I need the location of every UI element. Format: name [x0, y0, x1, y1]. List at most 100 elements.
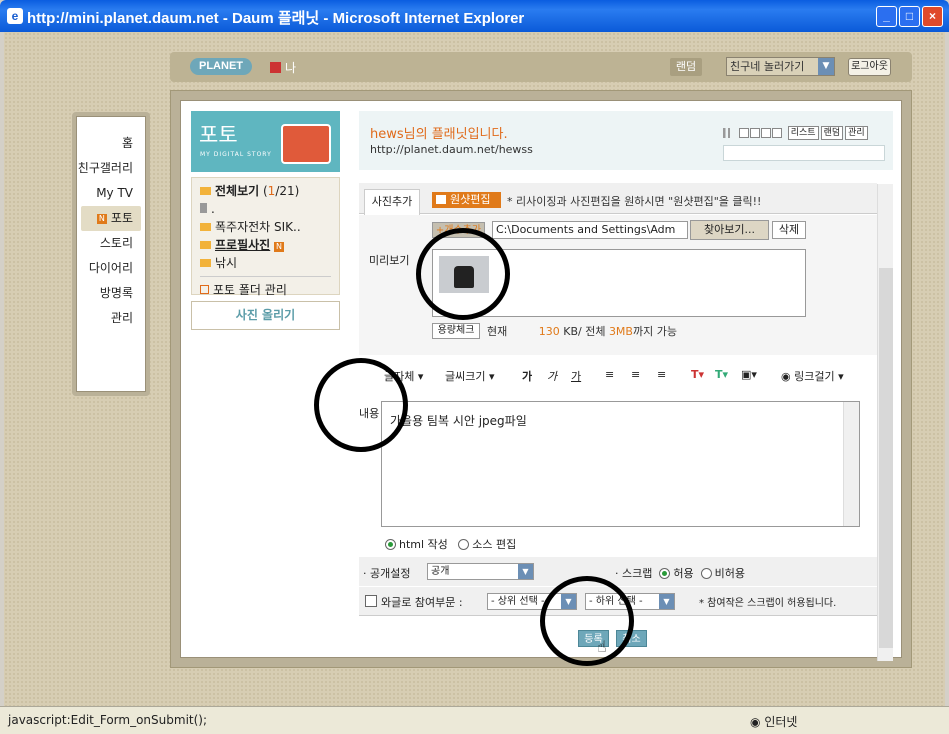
play-icon[interactable]	[749, 128, 760, 138]
nav-manage[interactable]: 관리	[77, 306, 145, 331]
oneshot-edit-button[interactable]: 원샷편집	[432, 192, 501, 208]
capacity-info: 현재 130 KB/ 전체 3MB까지 가능	[487, 325, 677, 338]
planet-logo[interactable]: PLANET	[190, 58, 252, 75]
bold-button[interactable]: 가	[522, 368, 532, 384]
nav-friend-gallery[interactable]: 친구갤러리	[77, 156, 145, 181]
bg-color-icon[interactable]: T▾	[715, 368, 728, 381]
left-nav: 홈 친구갤러리 My TV N 포토 스토리 다이어리 방명록 관리	[72, 112, 150, 396]
visibility-label: · 공개설정	[363, 567, 411, 580]
scrollbar-thumb[interactable]	[879, 268, 893, 648]
annotation-circle	[540, 576, 634, 666]
folder-icon	[200, 259, 211, 267]
ie-icon: e	[7, 8, 23, 24]
greeting-panel: hews님의 플래닛입니다. http://planet.daum.net/he…	[359, 111, 893, 170]
form-scrollbar[interactable]	[877, 184, 893, 661]
align-right-icon[interactable]: ≡	[657, 368, 666, 381]
content-text: 가을용 팀복 시안 jpeg파일	[390, 414, 527, 428]
delete-button[interactable]: 삭제	[772, 221, 806, 239]
editor-scrollbar[interactable]	[843, 402, 859, 526]
folder-item[interactable]: 프로필사진 N	[200, 236, 331, 254]
folder-item[interactable]: .	[200, 200, 331, 218]
player-track-field[interactable]	[723, 145, 885, 161]
folder-manage-link[interactable]: 포토 폴더 관리	[200, 276, 331, 297]
browse-button[interactable]: 찾아보기...	[690, 220, 769, 240]
close-button[interactable]: ×	[922, 6, 943, 27]
table-icon[interactable]: ▣▾	[741, 368, 757, 381]
scrap-setting: · 스크랩 허용 비허용	[615, 567, 745, 580]
status-bar: javascript:Edit_Form_onSubmit(); ◉ 인터넷	[0, 706, 949, 734]
me-link[interactable]: 나	[270, 59, 296, 76]
phone-icon	[200, 203, 207, 213]
new-badge: N	[274, 242, 285, 252]
align-left-icon[interactable]: ≡	[605, 368, 614, 381]
arrow-icon	[200, 285, 209, 294]
minimize-button[interactable]: _	[876, 6, 897, 27]
annotation-circle	[416, 228, 510, 320]
random-button[interactable]: 랜덤	[670, 58, 702, 76]
planet-url[interactable]: http://planet.daum.net/hewss	[370, 143, 533, 156]
title-bar: e http://mini.planet.daum.net - Daum 플래닛…	[0, 0, 949, 32]
inner-panel: 포토 MY DIGITAL STORY 전체보기 (1/21) . 폭주자전차 …	[180, 100, 902, 661]
prev-icon[interactable]	[738, 128, 749, 138]
link-button[interactable]: ◉ 링크걸기 ▾	[781, 368, 844, 384]
new-badge: N	[96, 214, 107, 224]
nav-diary[interactable]: 다이어리	[77, 256, 145, 281]
folder-icon	[200, 187, 211, 195]
chevron-down-icon: ▼	[818, 58, 834, 75]
content-editor[interactable]: 가을용 팀복 시안 jpeg파일	[381, 401, 860, 527]
capacity-check-button[interactable]: 용량체크	[432, 323, 480, 339]
mode-html-radio[interactable]: html 작성	[385, 538, 448, 551]
folder-icon	[200, 223, 211, 231]
status-text: javascript:Edit_Form_onSubmit();	[8, 713, 208, 727]
nav-guestbook[interactable]: 방명록	[77, 281, 145, 306]
nav-my-tv[interactable]: My TV	[77, 181, 145, 206]
folder-list: 전체보기 (1/21) . 폭주자전차 SIK.. 프로필사진 N 낚시 포토 …	[191, 177, 340, 297]
underline-button[interactable]: 가	[571, 368, 581, 384]
camera-illustration	[281, 124, 331, 164]
mode-source-radio[interactable]: 소스 편집	[458, 538, 516, 551]
stop-icon[interactable]	[760, 128, 771, 138]
scrap-deny-radio[interactable]: 비허용	[700, 567, 745, 580]
font-size-dropdown[interactable]: 글씨크기 ▾	[445, 368, 495, 384]
player-manage-button[interactable]: 관리	[845, 126, 868, 140]
volume-icon[interactable]	[723, 128, 735, 138]
maximize-button[interactable]: □	[899, 6, 920, 27]
folder-icon	[200, 241, 211, 249]
music-player: 리스트 랜덤 관리	[723, 126, 868, 140]
player-random-button[interactable]: 랜덤	[820, 126, 844, 140]
nav-story[interactable]: 스토리	[77, 231, 145, 256]
logout-button[interactable]: 로그아웃	[848, 58, 891, 76]
wagle-label: 와글로 참여부문 :	[381, 596, 463, 609]
chevron-down-icon: ▼	[659, 594, 674, 609]
folder-all[interactable]: 전체보기 (1/21)	[200, 182, 331, 200]
tab-bar: 사진추가 원샷편집 * 리사이징과 사진편집을 원하시면 "원샷편집"을 클릭!…	[359, 183, 877, 215]
settings-row: · 공개설정 공개 ▼ · 스크랩 허용 비허용	[359, 557, 877, 586]
browser-window: e http://mini.planet.daum.net - Daum 플래닛…	[0, 0, 949, 734]
next-icon[interactable]	[771, 128, 782, 138]
player-list-button[interactable]: 리스트	[787, 126, 819, 140]
globe-icon: ◉	[781, 370, 791, 383]
photo-subtitle: MY DIGITAL STORY	[200, 151, 272, 158]
wagle-checkbox[interactable]	[365, 595, 377, 607]
main-frame: 포토 MY DIGITAL STORY 전체보기 (1/21) . 폭주자전차 …	[170, 90, 912, 668]
tab-add-photo[interactable]: 사진추가	[364, 189, 420, 215]
scrap-allow-radio[interactable]: 허용	[659, 567, 694, 580]
text-color-icon[interactable]: T▾	[691, 368, 704, 381]
align-center-icon[interactable]: ≡	[631, 368, 640, 381]
top-bar: PLANET 나 랜덤 친구네 놀러가기 ▼ 로그아웃	[170, 52, 912, 82]
file-path-input[interactable]: C:\Documents and Settings\Adm	[492, 221, 688, 239]
preview-label: 미리보기	[369, 254, 410, 267]
visibility-select[interactable]: 공개 ▼	[427, 563, 534, 580]
folder-item[interactable]: 낚시	[200, 254, 331, 272]
chevron-down-icon: ▼	[518, 564, 533, 579]
wagle-note: * 참여작은 스크랩이 허용됩니다.	[699, 598, 837, 609]
globe-icon: ◉	[750, 715, 761, 729]
home-icon	[270, 62, 281, 73]
annotation-circle	[314, 358, 408, 452]
nav-photo[interactable]: N 포토	[81, 206, 141, 231]
upload-photo-button[interactable]: 사진 올리기	[191, 301, 340, 330]
nav-home[interactable]: 홈	[77, 131, 145, 156]
friend-select[interactable]: 친구네 놀러가기 ▼	[726, 57, 835, 76]
folder-item[interactable]: 폭주자전차 SIK..	[200, 218, 331, 236]
italic-button[interactable]: 가	[547, 368, 557, 384]
